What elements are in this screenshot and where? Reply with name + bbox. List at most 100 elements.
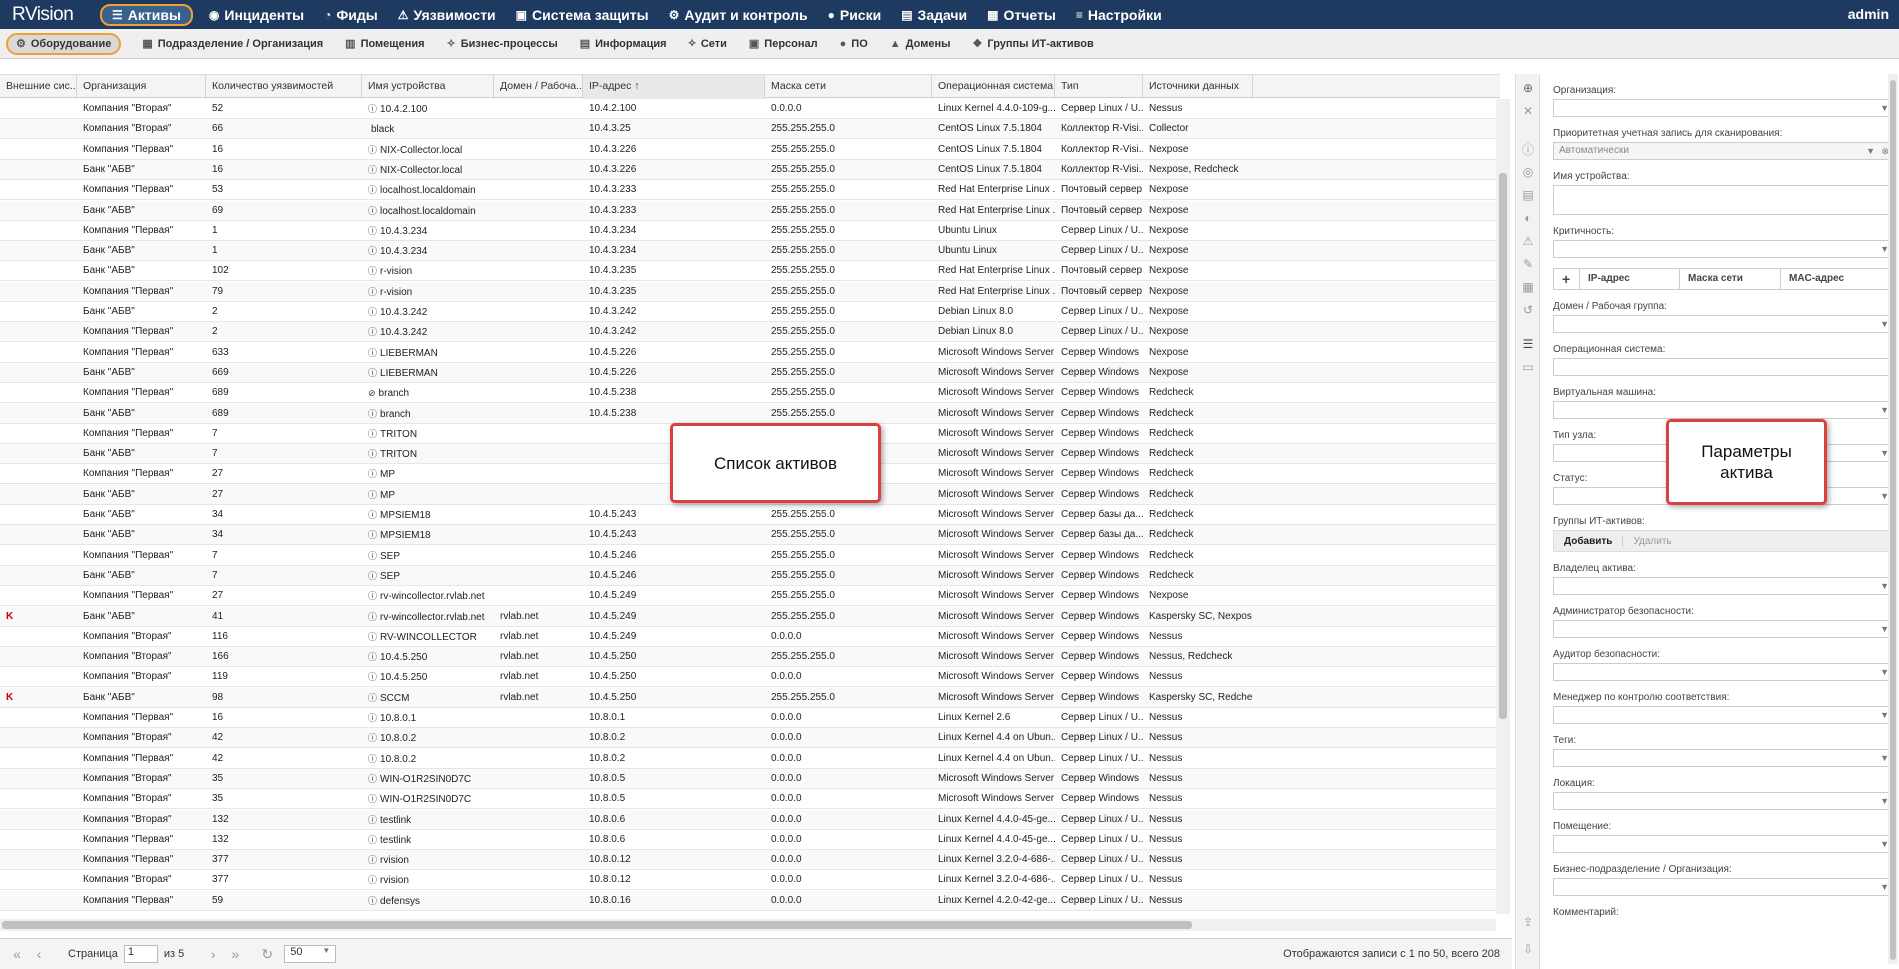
form-scrollbar[interactable] bbox=[1888, 74, 1898, 964]
tab-domain[interactable]: ▲ Домены bbox=[879, 33, 962, 55]
column-header[interactable]: Тип bbox=[1055, 75, 1143, 99]
column-header[interactable]: Имя устройства bbox=[362, 75, 494, 99]
priority-account-select[interactable]: Автоматически ▼ ⊗ bbox=[1553, 142, 1896, 160]
org-select[interactable]: ▼ bbox=[1553, 99, 1896, 117]
info-icon[interactable]: ⓘ bbox=[1519, 140, 1537, 158]
table-row[interactable]: Компания "Первая" 16 ⓘ 10.8.0.1 10.8.0.1 0.0.… bbox=[0, 708, 1496, 728]
column-header[interactable]: IP-адрес ↑ bbox=[583, 75, 765, 99]
table-row[interactable]: Компания "Первая" 59 ⓘ defensys 10.8.0.16 0.0… bbox=[0, 890, 1496, 911]
security-admin-select[interactable]: ▼ bbox=[1553, 620, 1896, 638]
refresh-icon[interactable]: ↻ bbox=[256, 946, 278, 963]
tab-hardware[interactable]: ⚙ Оборудование bbox=[6, 32, 122, 55]
table-row[interactable]: Компания "Вторая" 116 ⓘ RV-WINCOLLECTOR rvla… bbox=[0, 627, 1496, 647]
add-group-button[interactable]: Добавить bbox=[1554, 536, 1622, 547]
table-row[interactable]: Компания "Первая" 2 ⓘ 10.4.3.242 10.4.3.242 2… bbox=[0, 322, 1496, 343]
tab-software[interactable]: ● ПО bbox=[829, 33, 879, 55]
nav-list[interactable]: ▤ Задачи bbox=[891, 4, 977, 26]
add-icon[interactable]: ⊕ bbox=[1519, 79, 1537, 97]
table-row[interactable]: Банк "АБВ" 102 ⓘ r-vision 10.4.3.235 255.255.… bbox=[0, 261, 1496, 282]
auditor-select[interactable]: ▼ bbox=[1553, 663, 1896, 681]
column-header[interactable]: Источники данных bbox=[1143, 75, 1253, 99]
paperclip-icon[interactable]: ✎ bbox=[1519, 255, 1537, 273]
page-number-input[interactable]: 1 bbox=[123, 945, 158, 963]
room-select[interactable]: ▼ bbox=[1553, 835, 1896, 853]
first-page-icon[interactable]: « bbox=[6, 946, 28, 962]
nav-database[interactable]: ☰ Активы bbox=[100, 3, 193, 26]
table-row[interactable]: Банк "АБВ" 669 ⓘ LIEBERMAN 10.4.5.226 255.255… bbox=[0, 362, 1496, 383]
nav-sitemap[interactable]: ▣ Система защиты bbox=[506, 4, 659, 26]
tags-select[interactable]: ▼ bbox=[1553, 749, 1896, 767]
business-unit-select[interactable]: ▼ bbox=[1553, 878, 1896, 896]
tab-layers[interactable]: ❖ Группы ИТ-активов bbox=[962, 33, 1105, 55]
table-row[interactable]: Банк "АБВ" 2 ⓘ 10.4.3.242 10.4.3.242 255.255.… bbox=[0, 302, 1496, 322]
table-vertical-scrollbar[interactable] bbox=[1496, 99, 1510, 914]
table-row[interactable]: K Банк "АБВ" 41 ⓘ rv-wincollector.rvlab.net r… bbox=[0, 606, 1496, 627]
nav-gear[interactable]: ⚙ Аудит и контроль bbox=[659, 4, 818, 26]
table-row[interactable]: Компания "Вторая" 377 ⓘ rvision 10.8.0.12 0.0… bbox=[0, 870, 1496, 891]
tab-room[interactable]: ▥ Помещения bbox=[334, 33, 435, 55]
tab-building[interactable]: ▦ Подразделение / Организация bbox=[131, 33, 334, 55]
owner-select[interactable]: ▼ bbox=[1553, 577, 1896, 595]
export-icon[interactable]: ⇪ bbox=[1519, 913, 1537, 931]
page-size-select[interactable]: 50 ▼ bbox=[284, 945, 337, 963]
column-header[interactable]: Внешние сис... bbox=[0, 75, 77, 99]
nav-target[interactable]: ◉ Инциденты bbox=[199, 4, 314, 26]
column-header[interactable]: Домен / Рабоча... bbox=[494, 75, 583, 99]
close-icon[interactable]: ✕ bbox=[1519, 102, 1537, 120]
table-row[interactable]: Компания "Первая" 42 ⓘ 10.8.0.2 10.8.0.2 0.0.… bbox=[0, 749, 1496, 769]
table-row[interactable]: Банк "АБВ" 7 ⓘ SEP 10.4.5.246 255.255.255.0 Mi… bbox=[0, 565, 1496, 586]
scroll-thumb[interactable] bbox=[1499, 173, 1507, 719]
table-row[interactable]: Компания "Вторая" 35 ⓘ WIN-O1R2SIN0D7C 10.8.… bbox=[0, 789, 1496, 810]
nav-sliders[interactable]: ≡ Настройки bbox=[1066, 4, 1172, 26]
vm-select[interactable]: ▼ bbox=[1553, 401, 1896, 419]
nav-exclamation[interactable]: ● Риски bbox=[818, 4, 892, 26]
history-icon[interactable]: ↺ bbox=[1519, 301, 1537, 319]
table-row[interactable]: Компания "Первая" 27 ⓘ rv-wincollector.rvla… bbox=[0, 586, 1496, 607]
table-row[interactable]: Компания "Первая" 7 ⓘ SEP 10.4.5.246 255.255.… bbox=[0, 546, 1496, 566]
calendar-icon[interactable]: ▦ bbox=[1519, 278, 1537, 296]
shield-icon[interactable]: ◐ bbox=[1519, 209, 1537, 227]
location-select[interactable]: ▼ bbox=[1553, 792, 1896, 810]
column-header[interactable]: Количество уязвимостей bbox=[206, 75, 362, 99]
table-row[interactable]: Компания "Вторая" 42 ⓘ 10.8.0.2 10.8.0.2 0.0.… bbox=[0, 728, 1496, 749]
table-row[interactable]: Банк "АБВ" 1 ⓘ 10.4.3.234 10.4.3.234 255.255.… bbox=[0, 241, 1496, 262]
table-row[interactable]: Компания "Вторая" 52 ⓘ 10.4.2.100 10.4.2.100… bbox=[0, 99, 1496, 119]
table-row[interactable]: K Банк "АБВ" 98 ⓘ SCCM rvlab.net 10.4.5.250 255… bbox=[0, 687, 1496, 708]
warning-icon[interactable]: ⚠ bbox=[1519, 232, 1537, 250]
table-row[interactable]: Банк "АБВ" 689 ⓘ branch 10.4.5.238 255.255.25… bbox=[0, 403, 1496, 424]
prev-page-icon[interactable]: ‹ bbox=[28, 946, 50, 962]
nav-warning[interactable]: ⚠ Уязвимости bbox=[388, 4, 506, 26]
table-row[interactable]: Компания "Вторая" 119 ⓘ 10.4.5.250 rvlab.net… bbox=[0, 667, 1496, 688]
table-row[interactable]: Компания "Первая" 689 ⊘ branch 10.4.5.238 255… bbox=[0, 383, 1496, 404]
nav-rss[interactable]: ◔ Фиды bbox=[314, 4, 388, 26]
table-row[interactable]: Банк "АБВ" 69 ⓘ localhost.localdomain 10.4.3… bbox=[0, 200, 1496, 221]
tab-person[interactable]: ▣ Персонал bbox=[738, 33, 829, 55]
next-page-icon[interactable]: › bbox=[202, 946, 224, 962]
table-row[interactable]: Компания "Первая" 377 ⓘ rvision 10.8.0.12 0.0… bbox=[0, 850, 1496, 871]
import-icon[interactable]: ⇩ bbox=[1519, 940, 1537, 958]
table-row[interactable]: Компания "Первая" 1 ⓘ 10.4.3.234 10.4.3.234 2… bbox=[0, 221, 1496, 241]
table-row[interactable]: Компания "Первая" 79 ⓘ r-vision 10.4.3.235 25… bbox=[0, 281, 1496, 302]
compass-icon[interactable]: ◎ bbox=[1519, 163, 1537, 181]
tab-network[interactable]: ⟡ Сети bbox=[678, 33, 738, 55]
nav-chart[interactable]: ▦ Отчеты bbox=[977, 4, 1066, 26]
card-icon[interactable]: ▤ bbox=[1519, 186, 1537, 204]
table-row[interactable]: Банк "АБВ" 34 ⓘ MPSIEM18 10.4.5.243 255.255.2… bbox=[0, 525, 1496, 546]
user-menu[interactable]: admin bbox=[1848, 6, 1889, 22]
table-row[interactable]: Банк "АБВ" 34 ⓘ MPSIEM18 10.4.5.243 255.255.2… bbox=[0, 505, 1496, 525]
table-row[interactable]: Компания "Первая" 633 ⓘ LIEBERMAN 10.4.5.226… bbox=[0, 343, 1496, 363]
tab-info[interactable]: ▤ Информация bbox=[569, 33, 678, 55]
tab-process[interactable]: ✧ Бизнес-процессы bbox=[436, 33, 569, 55]
table-row[interactable]: Банк "АБВ" 16 ⓘ NIX-Collector.local 10.4.3.2… bbox=[0, 159, 1496, 180]
table-row[interactable]: Компания "Вторая" 35 ⓘ WIN-O1R2SIN0D7C 10.8.… bbox=[0, 768, 1496, 789]
scroll-thumb[interactable] bbox=[2, 921, 1192, 929]
remove-group-button[interactable]: Удалить bbox=[1622, 535, 1681, 547]
table-row[interactable]: Компания "Вторая" 166 ⓘ 10.4.5.250 rvlab.net… bbox=[0, 647, 1496, 668]
scroll-thumb[interactable] bbox=[1890, 80, 1896, 960]
add-ip-button[interactable]: + bbox=[1554, 269, 1580, 289]
table-row[interactable]: Компания "Вторая" 132 ⓘ testlink 10.8.0.6 0.0… bbox=[0, 809, 1496, 830]
table-row[interactable]: Компания "Первая" 53 ⓘ localhost.localdomai… bbox=[0, 180, 1496, 201]
table-row[interactable]: Компания "Первая" 16 ⓘ NIX-Collector.local 1… bbox=[0, 140, 1496, 160]
document-icon[interactable]: ▭ bbox=[1519, 358, 1537, 376]
table-row[interactable]: Компания "Первая" 132 ⓘ testlink 10.8.0.6 0.0… bbox=[0, 830, 1496, 850]
